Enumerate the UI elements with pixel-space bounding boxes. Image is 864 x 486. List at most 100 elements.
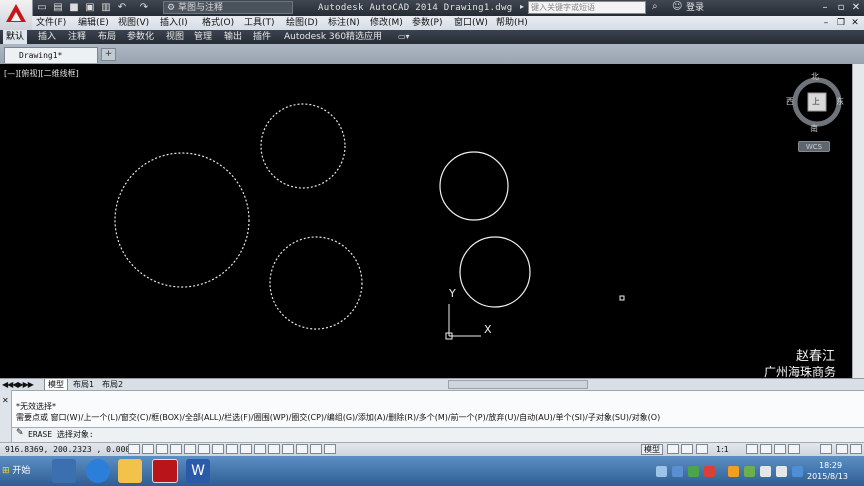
network-icon[interactable] xyxy=(760,466,771,477)
snap-toggle[interactable] xyxy=(142,444,154,454)
command-input[interactable] xyxy=(12,427,864,442)
horizontal-scrollbar[interactable] xyxy=(448,380,588,389)
lightbulb-icon[interactable] xyxy=(820,444,832,454)
viewcube[interactable]: 北 南 东 西 上 xyxy=(786,72,848,136)
lock-icon[interactable] xyxy=(760,444,772,454)
saveas-icon[interactable]: ▣ xyxy=(84,2,96,13)
doc-close-button[interactable]: ✕ xyxy=(849,17,861,29)
maximize-button[interactable]: ▫ xyxy=(834,1,848,14)
annotation-scale[interactable]: 1:1 xyxy=(716,444,729,455)
circle-selected[interactable] xyxy=(260,103,346,189)
tab-plugins[interactable]: 插件 xyxy=(253,30,271,44)
internet-explorer-icon[interactable] xyxy=(86,459,110,483)
tab-parametric[interactable]: 参数化 xyxy=(127,30,154,44)
tab-layout2[interactable]: 布局2 xyxy=(102,379,123,390)
new-drawing-tab-button[interactable]: + xyxy=(101,48,116,61)
menu-window[interactable]: 窗口(W) xyxy=(454,16,488,30)
tab-layout[interactable]: 布局 xyxy=(98,30,116,44)
tab-autodesk360[interactable]: Autodesk 360 xyxy=(284,30,346,44)
command-line-handle[interactable]: ✕ xyxy=(0,390,12,442)
tray-app-icon[interactable] xyxy=(688,466,699,477)
clock-time[interactable]: 18:29 xyxy=(819,461,842,471)
folder-icon[interactable] xyxy=(118,459,142,483)
viewcube-top-face[interactable]: 上 xyxy=(812,97,820,106)
lineweight-toggle[interactable] xyxy=(268,444,280,454)
status-menu-icon[interactable] xyxy=(836,444,848,454)
selection-cycling-toggle[interactable] xyxy=(310,444,322,454)
search-icon[interactable]: ⌕ xyxy=(652,1,658,12)
save-icon[interactable]: ■ xyxy=(68,2,80,13)
menu-view[interactable]: 视图(V) xyxy=(118,16,149,30)
login-button[interactable]: 登录 xyxy=(686,1,704,15)
hardware-acceleration-icon[interactable] xyxy=(774,444,786,454)
model-space-button[interactable]: 模型 xyxy=(641,444,663,455)
document-tab[interactable]: Drawing1* xyxy=(4,47,98,63)
open-icon[interactable]: ▤ xyxy=(52,2,64,13)
dyn-toggle[interactable] xyxy=(254,444,266,454)
print-icon[interactable]: ▥ xyxy=(100,2,112,13)
ribbon-toggle-icon[interactable]: ▭▾ xyxy=(398,31,416,43)
menu-parametric[interactable]: 参数(P) xyxy=(412,16,442,30)
redo-icon[interactable]: ↷ xyxy=(138,2,150,13)
menu-file[interactable]: 文件(F) xyxy=(36,16,66,30)
polar-toggle[interactable] xyxy=(184,444,196,454)
command-pen-icon[interactable]: ✎ xyxy=(16,428,24,439)
workspace-select[interactable]: ⚙ 草图与注释 xyxy=(163,1,293,14)
tray-app-icon[interactable] xyxy=(744,466,755,477)
menu-dimension[interactable]: 标注(N) xyxy=(328,16,360,30)
viewcube-west[interactable]: 西 xyxy=(786,97,794,106)
menu-insert[interactable]: 插入(I) xyxy=(160,16,188,30)
circle[interactable] xyxy=(459,236,531,308)
search-expand-icon[interactable]: ▸ xyxy=(520,2,524,11)
menu-tools[interactable]: 工具(T) xyxy=(244,16,275,30)
osnap-toggle[interactable] xyxy=(198,444,210,454)
coordinates-readout[interactable]: 916.8369, 200.2323 , 0.0000 xyxy=(5,444,135,455)
minimize-button[interactable]: – xyxy=(818,1,832,14)
clock-date[interactable]: 2015/8/13 xyxy=(807,472,848,482)
tray-app-icon[interactable] xyxy=(704,466,715,477)
pan-button[interactable] xyxy=(696,444,708,454)
menu-edit[interactable]: 编辑(E) xyxy=(78,16,109,30)
infer-constraints-toggle[interactable] xyxy=(128,444,140,454)
quick-properties-toggle[interactable] xyxy=(296,444,308,454)
transparency-toggle[interactable] xyxy=(282,444,294,454)
viewcube-south[interactable]: 南 xyxy=(810,124,818,133)
tab-featured-apps[interactable]: 精选应用 xyxy=(346,30,382,44)
grid-toggle[interactable] xyxy=(156,444,168,454)
vertical-scrollbar[interactable] xyxy=(852,64,864,378)
user-icon[interactable]: ☺ xyxy=(672,1,682,12)
isolate-objects-icon[interactable] xyxy=(788,444,800,454)
quick-view-layouts-button[interactable] xyxy=(667,444,679,454)
new-icon[interactable]: ▭ xyxy=(36,2,48,13)
language-icon[interactable] xyxy=(656,466,667,477)
undo-icon[interactable]: ↶ xyxy=(116,2,128,13)
doc-restore-button[interactable]: ❐ xyxy=(835,17,847,29)
viewcube-east[interactable]: 东 xyxy=(836,97,844,106)
annotation-monitor-toggle[interactable] xyxy=(324,444,336,454)
close-icon[interactable]: ✕ xyxy=(2,396,9,405)
tab-annotate[interactable]: 注释 xyxy=(68,30,86,44)
application-menu-button[interactable] xyxy=(0,0,33,30)
menu-draw[interactable]: 绘图(D) xyxy=(286,16,318,30)
quick-view-drawings-button[interactable] xyxy=(681,444,693,454)
menu-help[interactable]: 帮助(H) xyxy=(496,16,528,30)
tab-home[interactable]: 默认 xyxy=(3,30,28,44)
ortho-toggle[interactable] xyxy=(170,444,182,454)
desktop-icon[interactable] xyxy=(52,459,76,483)
clean-screen-icon[interactable] xyxy=(850,444,862,454)
drawing-canvas[interactable] xyxy=(0,64,852,378)
otrack-toggle[interactable] xyxy=(226,444,238,454)
circle-selected[interactable] xyxy=(269,236,363,330)
tray-app-icon[interactable] xyxy=(728,466,739,477)
3dosnap-toggle[interactable] xyxy=(212,444,224,454)
tab-insert[interactable]: 插入 xyxy=(38,30,56,44)
search-input[interactable]: 键入关键字或短语 xyxy=(528,1,646,14)
menu-format[interactable]: 格式(O) xyxy=(202,16,234,30)
wcs-menu[interactable]: WCS xyxy=(798,141,830,152)
viewport-controls[interactable]: [—][俯视][二维线框] xyxy=(4,69,79,79)
doc-minimize-button[interactable]: – xyxy=(820,17,832,29)
word-icon[interactable]: W xyxy=(186,459,210,483)
tab-manage[interactable]: 管理 xyxy=(194,30,212,44)
autocad-taskbar-icon[interactable] xyxy=(152,459,178,483)
volume-icon[interactable] xyxy=(776,466,787,477)
